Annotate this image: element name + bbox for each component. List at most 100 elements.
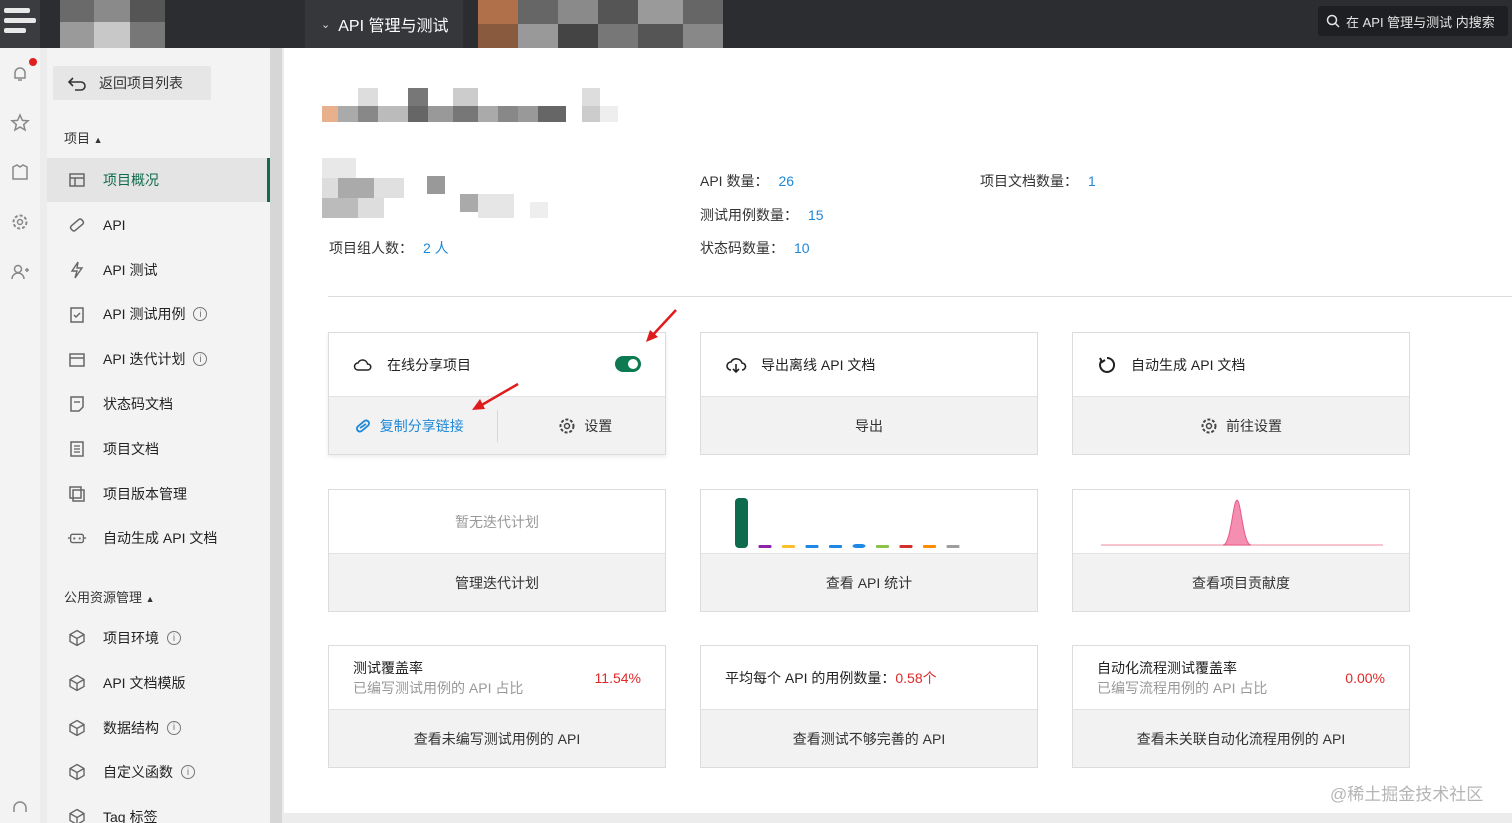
autogen-card-title: 自动生成 API 文档 (1131, 356, 1246, 373)
icon-rail (0, 48, 40, 823)
sidebar-item-label: 项目文档 (103, 440, 159, 457)
watermark: @稀土掘金技术社区 (1330, 785, 1484, 804)
section-public-toggle[interactable]: 公用资源管理 ▲ (64, 587, 155, 606)
copy-share-link-button[interactable]: 复制分享链接 (329, 397, 489, 454)
info-icon[interactable]: i (193, 352, 208, 367)
chevron-down-icon: ⌄ (321, 18, 331, 31)
goto-settings-label: 前往设置 (1226, 417, 1282, 434)
view-unlinked-apis-label: 查看未关联自动化流程用例的 API (1136, 730, 1346, 747)
manage-iteration-button[interactable]: 管理迭代计划 (329, 554, 665, 611)
contribution-card: 查看项目贡献度 (1072, 489, 1410, 612)
stat-members-label: 项目组人数： (329, 240, 413, 256)
refresh-icon (1099, 356, 1116, 373)
annotation-arrow-toggle (646, 309, 677, 342)
stats-bar (923, 545, 936, 548)
section-project-toggle[interactable]: 项目 ▲ (64, 128, 103, 147)
view-api-stats-button[interactable]: 查看 API 统计 (701, 554, 1037, 611)
view-unlinked-apis-button[interactable]: 查看未关联自动化流程用例的 API (1073, 710, 1409, 767)
info-icon[interactable]: i (167, 631, 181, 645)
view-untested-apis-button[interactable]: 查看未编写测试用例的 API (329, 710, 665, 767)
stats-bar (899, 545, 913, 548)
sidebar-item[interactable]: 项目版本管理 (47, 472, 270, 516)
stats-bar (829, 545, 842, 548)
sidebar-item[interactable]: 状态码文档 (47, 382, 270, 426)
view-untested-apis-label: 查看未编写测试用例的 API (413, 730, 581, 747)
share-settings-button[interactable]: 设置 (506, 397, 666, 454)
bell-icon[interactable] (8, 62, 32, 86)
annotation-arrow-copy-link (472, 382, 519, 410)
project-title: API 管理与测试 (338, 18, 449, 35)
stats-bar (782, 545, 795, 548)
lightning-icon (67, 260, 87, 280)
sidebar-item-label: 状态码文档 (103, 396, 173, 412)
project-switcher[interactable]: ⌄ API 管理与测试 (305, 0, 463, 48)
test-coverage-value: 11.54% (594, 669, 641, 686)
export-button[interactable]: 导出 (701, 397, 1037, 454)
stats-bar (876, 545, 889, 548)
auto-coverage-title: 自动化流程测试覆盖率 (1097, 659, 1237, 676)
section-project-title: 项目 (64, 131, 91, 146)
sidebar-item[interactable]: API 测试 (47, 248, 270, 292)
export-label: 导出 (855, 417, 883, 434)
sidebar-item-label: 项目版本管理 (103, 485, 187, 502)
sidebar-item-label: API 测试用例 (103, 306, 186, 323)
back-label: 返回项目列表 (99, 75, 183, 91)
sidebar-item[interactable]: API 测试用例 i (47, 292, 270, 336)
back-to-projects-button[interactable]: 返回项目列表 (53, 66, 211, 100)
cube-icon (67, 673, 87, 693)
stat-docs-value[interactable]: 1 (1088, 173, 1096, 189)
list-doc-icon (67, 439, 87, 459)
blurred-workspace-name (60, 0, 165, 48)
calendar-icon (67, 349, 87, 369)
shirt-icon[interactable] (8, 160, 32, 184)
info-icon[interactable]: i (167, 720, 181, 735)
share-toggle[interactable] (615, 356, 641, 372)
sidebar-item[interactable]: API 文档模版 (47, 661, 270, 705)
cube-icon (67, 807, 87, 823)
add-user-icon[interactable] (8, 260, 32, 284)
section-divider (328, 296, 1512, 297)
stat-api-count: API 数量： 26 (700, 171, 794, 191)
headset-icon[interactable] (8, 796, 32, 820)
test-coverage-title: 测试覆盖率 (353, 659, 423, 676)
auto-coverage-header: 自动化流程测试覆盖率 已编写流程用例的 API 占比 0.00% (1073, 646, 1409, 710)
sidebar-item[interactable]: 数据结构 i (47, 706, 270, 750)
search-placeholder: 在 API 管理与测试 内搜索 (1346, 14, 1495, 30)
stat-status-codes-value[interactable]: 10 (794, 240, 810, 256)
api-stats-card: 查看 API 统计 (700, 489, 1038, 612)
sidebar-scrollbar[interactable] (270, 48, 282, 823)
top-search-input[interactable]: 在 API 管理与测试 内搜索 (1318, 6, 1508, 36)
test-coverage-card: 测试覆盖率 已编写测试用例的 API 占比 11.54% 查看未编写测试用例的 … (328, 645, 666, 768)
sidebar-item[interactable]: API (47, 203, 270, 247)
test-coverage-subtitle: 已编写测试用例的 API 占比 (353, 679, 524, 696)
notification-dot (29, 58, 37, 66)
blurred-project-name (322, 88, 622, 128)
sidebar-item[interactable]: 项目文档 (47, 427, 270, 471)
iteration-card-body: 暂无迭代计划 (329, 490, 665, 554)
goto-settings-button[interactable]: 前往设置 (1073, 397, 1409, 454)
gear-icon[interactable] (8, 210, 32, 234)
view-incomplete-tests-button[interactable]: 查看测试不够完善的 API (701, 710, 1037, 767)
info-icon[interactable]: i (181, 765, 195, 780)
sidebar-item[interactable]: Tag 标签 (47, 795, 270, 823)
contribution-chart (1073, 490, 1409, 554)
star-icon[interactable] (8, 111, 32, 135)
sidebar-item[interactable]: 项目概况 (47, 158, 270, 202)
view-contribution-button[interactable]: 查看项目贡献度 (1073, 554, 1409, 611)
auto-coverage-subtitle: 已编写流程用例的 API 占比 (1097, 679, 1268, 696)
export-card-title: 导出离线 API 文档 (761, 356, 876, 373)
action-separator (496, 409, 498, 442)
info-icon[interactable]: i (193, 307, 208, 322)
sidebar-item[interactable]: API 迭代计划 i (47, 337, 270, 381)
stat-members-value[interactable]: 2 人 (423, 240, 449, 256)
sidebar-item[interactable]: 自定义函数 i (47, 750, 270, 794)
clipboard-check-icon (67, 304, 87, 324)
app-logo[interactable] (0, 0, 40, 48)
sidebar-item-label: 项目概况 (103, 172, 159, 188)
sidebar-item-label: Tag 标签 (103, 809, 158, 823)
stat-api-count-value[interactable]: 26 (778, 173, 794, 189)
gear-icon (559, 418, 575, 433)
stat-test-cases-value[interactable]: 15 (808, 207, 824, 223)
sidebar-item[interactable]: 项目环境 i (47, 616, 270, 660)
sidebar-item[interactable]: 自动生成 API 文档 (47, 516, 270, 560)
